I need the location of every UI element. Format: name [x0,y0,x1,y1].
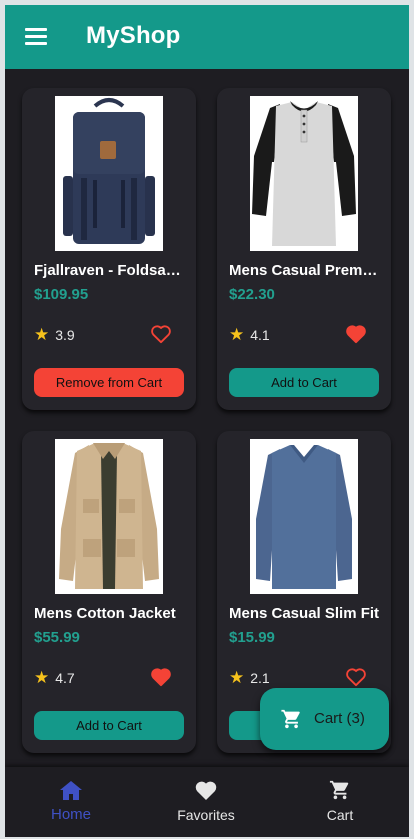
product-rating: ★ 4.7 [34,669,75,686]
nav-label-cart: Cart [326,807,354,823]
favorite-filled-icon[interactable] [345,324,367,344]
menu-icon[interactable] [25,28,47,45]
app-screen: MyShop Fjallraven - Foldsack $109.95 ★ 3… [5,5,409,837]
product-rating: ★ 4.1 [229,326,270,343]
rating-value: 4.1 [250,326,270,343]
product-rating: ★ 2.1 [229,669,270,686]
product-grid: Fjallraven - Foldsack No. 1 Backpack $10… [22,88,392,753]
product-price: $15.99 [229,629,275,646]
product-title[interactable]: Mens Casual Slim Fit [229,605,381,622]
product-card[interactable]: Fjallraven - Foldsack No. 1 Backpack $10… [22,88,196,410]
product-title[interactable]: Mens Casual Premium Slim Fit T-Shirts [229,262,381,279]
product-image-backpack[interactable] [55,96,163,251]
favorite-outline-icon[interactable] [150,324,172,344]
cart-fab-button[interactable]: Cart (3) [260,688,389,750]
add-to-cart-button[interactable]: Add to Cart [229,368,379,397]
rating-value: 4.7 [55,669,75,686]
home-icon [60,781,82,800]
product-card[interactable]: Mens Cotton Jacket $55.99 ★ 4.7 Add to C… [22,431,196,753]
product-image-blue-longsleeve[interactable] [250,439,358,594]
bottom-navigation: Home Favorites Cart [5,767,409,837]
cart-fab-label: Cart (3) [314,710,365,727]
product-title[interactable]: Mens Cotton Jacket [34,605,186,622]
star-icon: ★ [229,668,245,687]
product-title[interactable]: Fjallraven - Foldsack No. 1 Backpack [34,262,186,279]
product-image-cotton-jacket[interactable] [55,439,163,594]
product-image-henley-shirt[interactable] [250,96,358,251]
product-price: $22.30 [229,286,275,303]
rating-value: 3.9 [55,326,75,343]
nav-label-favorites: Favorites [177,807,235,823]
heart-icon [195,781,217,800]
product-card[interactable]: Mens Casual Premium Slim Fit T-Shirts $2… [217,88,391,410]
app-bar: MyShop [5,5,409,69]
nav-item-favorites[interactable]: Favorites [156,779,256,831]
favorite-outline-icon[interactable] [345,667,367,687]
star-icon: ★ [229,325,245,344]
nav-label-home: Home [50,806,91,823]
app-title: MyShop [86,22,181,49]
remove-from-cart-button[interactable]: Remove from Cart [34,368,184,397]
nav-item-home[interactable]: Home [21,779,121,831]
product-price: $55.99 [34,629,80,646]
cart-icon [329,780,349,800]
nav-item-cart[interactable]: Cart [290,779,390,831]
cart-icon [281,709,300,729]
favorite-filled-icon[interactable] [150,667,172,687]
rating-value: 2.1 [250,669,270,686]
add-to-cart-button[interactable]: Add to Cart [34,711,184,740]
star-icon: ★ [34,668,50,687]
product-rating: ★ 3.9 [34,326,75,343]
product-price: $109.95 [34,286,89,303]
star-icon: ★ [34,325,50,344]
